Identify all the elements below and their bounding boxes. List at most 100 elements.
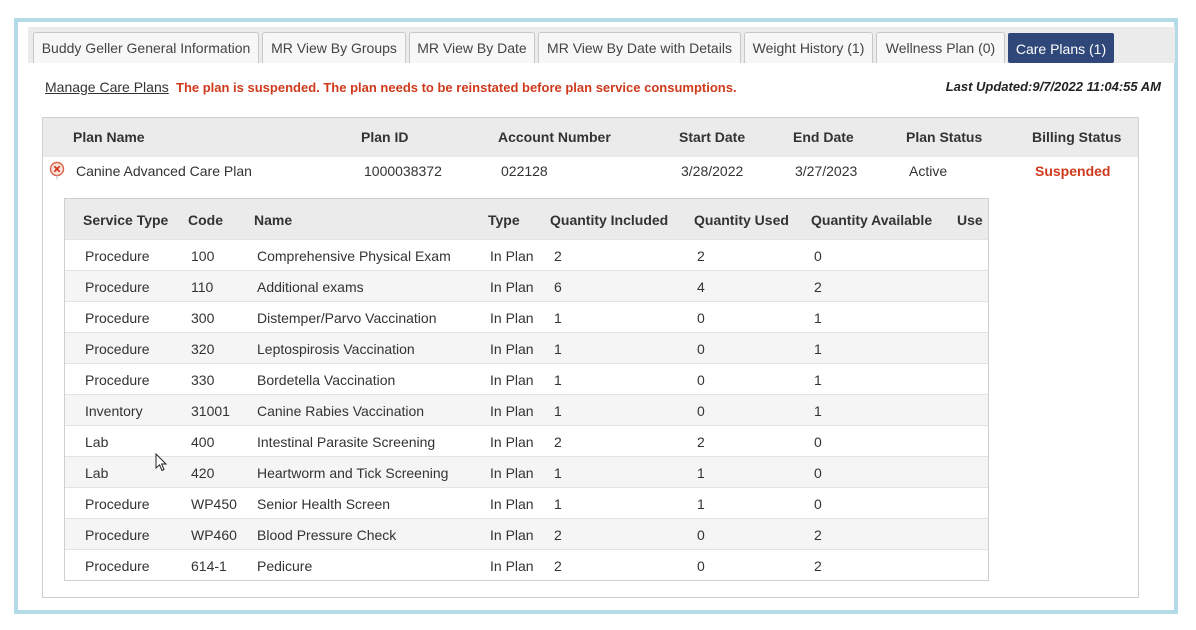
cell-quantity-used: 1 [697, 496, 705, 512]
cell-quantity-used: 0 [697, 403, 705, 419]
services-table: Service Type Code Name Type Quantity Inc… [64, 198, 989, 581]
table-row: Procedure WP450 Senior Health Screen In Pla… [65, 487, 988, 518]
header-plan-status: Plan Status [906, 129, 983, 145]
cell-type: In Plan [490, 372, 534, 388]
cell-quantity-used: 2 [697, 248, 705, 264]
cell-type: In Plan [490, 279, 534, 295]
cell-quantity-included: 1 [554, 341, 562, 357]
header-quantity-available: Quantity Available [811, 212, 933, 228]
cell-quantity-available: 1 [814, 403, 822, 419]
cell-quantity-included: 2 [554, 434, 562, 450]
cell-code: 320 [191, 341, 215, 357]
cell-quantity-used: 1 [697, 465, 705, 481]
tab-care-plans[interactable]: Care Plans (1) [1008, 33, 1114, 63]
cell-quantity-used: 0 [697, 310, 705, 326]
cell-quantity-used: 0 [697, 341, 705, 357]
table-row: Procedure 100 Comprehensive Physical Exam I… [65, 239, 988, 270]
header-type: Type [488, 212, 520, 228]
mouse-cursor-icon [155, 452, 169, 478]
cell-name: Blood Pressure Check [257, 527, 397, 543]
cell-name: Leptospirosis Vaccination [257, 341, 415, 357]
header-account-number: Account Number [498, 129, 611, 145]
tab-weight-history[interactable]: Weight History (1) [744, 32, 873, 63]
table-row: Procedure 110 Additional exams In Plan 6 4 2 [65, 270, 988, 301]
cell-type: In Plan [490, 558, 534, 574]
cell-type: In Plan [490, 310, 534, 326]
header-quantity-included: Quantity Included [550, 212, 669, 228]
last-updated-timestamp: Last Updated:9/7/2022 11:04:55 AM [945, 79, 1161, 94]
cell-quantity-used: 0 [697, 527, 705, 543]
cell-quantity-available: 2 [814, 558, 822, 574]
cell-quantity-available: 2 [814, 527, 822, 543]
cell-service-type: Procedure [85, 310, 150, 326]
table-row: Lab 400 Intestinal Parasite Screening In Pl… [65, 425, 988, 456]
cell-quantity-included: 2 [554, 558, 562, 574]
table-row: Inventory 31001 Canine Rabies Vaccination I… [65, 394, 988, 425]
cell-service-type: Procedure [85, 279, 150, 295]
cell-type: In Plan [490, 341, 534, 357]
cell-code: 400 [191, 434, 215, 450]
cell-name: Bordetella Vaccination [257, 372, 396, 388]
cell-code: 614-1 [191, 558, 227, 574]
cell-quantity-available: 0 [814, 465, 822, 481]
header-name: Name [254, 212, 293, 228]
tab-mr-view-by-date-details[interactable]: MR View By Date with Details [538, 32, 741, 63]
services-table-header: Service Type Code Name Type Quantity Inc… [65, 199, 988, 239]
cell-name: Canine Rabies Vaccination [257, 403, 425, 419]
cell-service-type: Inventory [85, 403, 143, 419]
cell-code: 330 [191, 372, 215, 388]
cell-code: 300 [191, 310, 215, 326]
tab-mr-view-by-date[interactable]: MR View By Date [409, 32, 535, 63]
cell-type: In Plan [490, 434, 534, 450]
cell-service-type: Procedure [85, 558, 150, 574]
start-date: 3/28/2022 [681, 163, 744, 179]
cell-name: Comprehensive Physical Exam [257, 248, 451, 264]
tab-mr-view-by-groups[interactable]: MR View By Groups [262, 32, 406, 63]
cell-code: WP450 [191, 496, 237, 512]
cell-code: 110 [191, 279, 214, 295]
cell-quantity-included: 6 [554, 279, 562, 295]
cell-code: 420 [191, 465, 215, 481]
remove-plan-icon[interactable] [49, 161, 65, 186]
cell-name: Senior Health Screen [257, 496, 391, 512]
table-row: Lab 420 Heartworm and Tick Screening In Pla… [65, 456, 988, 487]
cell-quantity-included: 1 [554, 310, 562, 326]
plan-status: Active [909, 163, 948, 179]
billing-status: Suspended [1035, 163, 1111, 179]
cell-quantity-available: 2 [814, 279, 822, 295]
cell-quantity-available: 0 [814, 248, 822, 264]
cell-quantity-available: 0 [814, 434, 822, 450]
cell-service-type: Procedure [85, 248, 150, 264]
cell-quantity-used: 4 [697, 279, 705, 295]
cell-quantity-available: 0 [814, 496, 822, 512]
cell-quantity-included: 2 [554, 527, 562, 543]
cell-code: 31001 [191, 403, 230, 419]
cell-service-type: Procedure [85, 341, 150, 357]
cell-name: Intestinal Parasite Screening [257, 434, 436, 450]
cell-quantity-used: 2 [697, 434, 705, 450]
header-quantity-used: Quantity Used [694, 212, 789, 228]
cell-name: Additional exams [257, 279, 364, 295]
cell-service-type: Lab [85, 465, 109, 481]
tab-general-information[interactable]: Buddy Geller General Information [33, 32, 259, 63]
header-plan-id: Plan ID [361, 129, 409, 145]
cell-name: Heartworm and Tick Screening [257, 465, 449, 481]
header-end-date: End Date [793, 129, 854, 145]
cell-service-type: Procedure [85, 527, 150, 543]
cell-quantity-included: 1 [554, 496, 562, 512]
manage-care-plans-link[interactable]: Manage Care Plans [45, 79, 169, 95]
table-row: Procedure 300 Distemper/Parvo Vaccination I… [65, 301, 988, 332]
cell-type: In Plan [490, 403, 534, 419]
cell-name: Pedicure [257, 558, 313, 574]
cell-quantity-used: 0 [697, 558, 705, 574]
header-plan-name: Plan Name [73, 129, 145, 145]
cell-quantity-available: 1 [814, 341, 822, 357]
cell-type: In Plan [490, 496, 534, 512]
header-use: Use [957, 212, 983, 228]
header-service-type: Service Type [83, 212, 169, 228]
header-code: Code [188, 212, 223, 228]
plan-name: Canine Advanced Care Plan [76, 163, 252, 179]
table-row: Procedure 614-1 Pedicure In Plan 2 0 2 [65, 549, 988, 580]
cell-service-type: Procedure [85, 372, 150, 388]
tab-wellness-plan[interactable]: Wellness Plan (0) [876, 32, 1005, 63]
